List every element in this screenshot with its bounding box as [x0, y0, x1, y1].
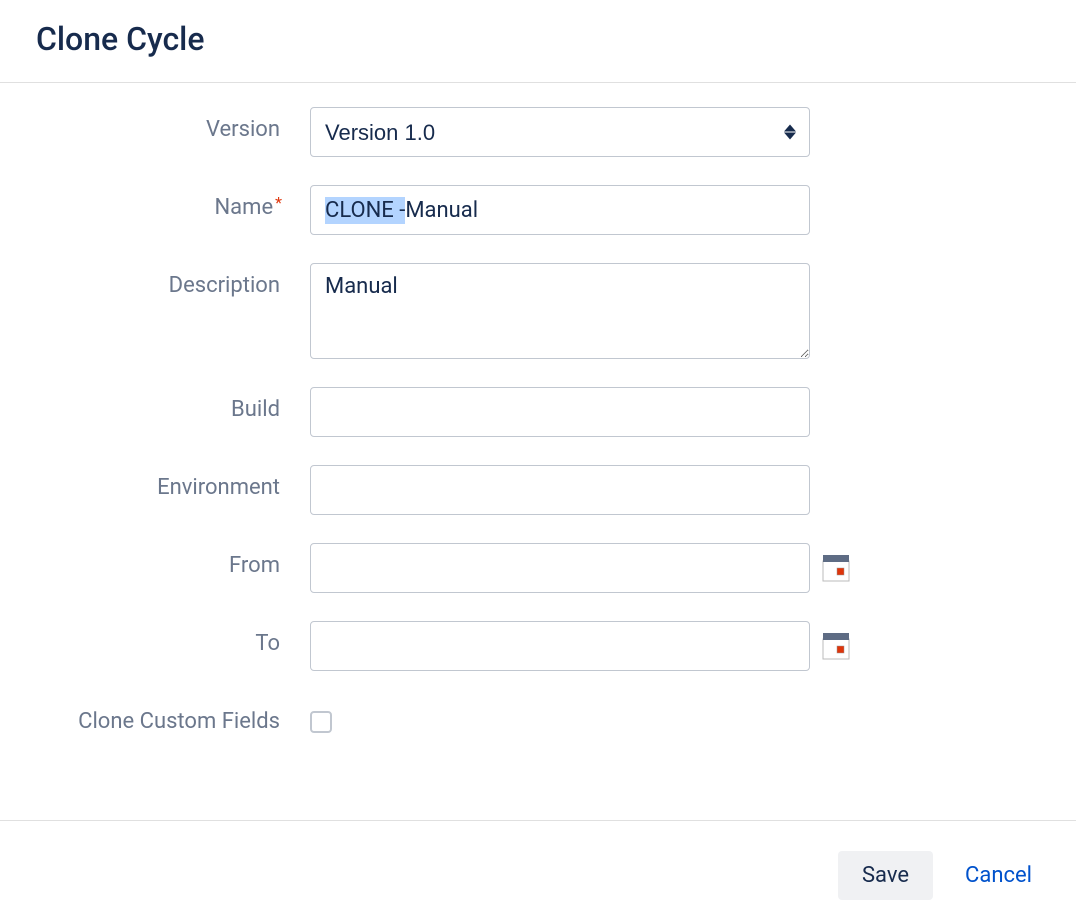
label-from: From [40, 543, 310, 578]
row-build: Build [40, 387, 1036, 437]
cancel-button[interactable]: Cancel [957, 851, 1040, 900]
dialog-body: Version Version 1.0 Name CLONE - Manual … [0, 83, 1076, 820]
label-clone-custom-fields: Clone Custom Fields [40, 699, 310, 734]
dialog-footer: Save Cancel [0, 820, 1076, 920]
label-description: Description [40, 263, 310, 298]
label-build: Build [40, 387, 310, 422]
row-description: Description Manual [40, 263, 1036, 359]
clone-custom-fields-checkbox[interactable] [310, 711, 332, 733]
dialog-header: Clone Cycle [0, 0, 1076, 83]
description-textarea[interactable]: Manual [310, 263, 810, 359]
label-to: To [40, 621, 310, 656]
version-select[interactable]: Version 1.0 [310, 107, 810, 157]
row-version: Version Version 1.0 [40, 107, 1036, 157]
to-input[interactable] [310, 621, 810, 671]
row-clone-custom-fields: Clone Custom Fields [40, 699, 1036, 734]
clone-cycle-dialog: Clone Cycle Version Version 1.0 Name CLO… [0, 0, 1076, 920]
row-environment: Environment [40, 465, 1036, 515]
version-select-wrap: Version 1.0 [310, 107, 810, 157]
label-name: Name [40, 185, 310, 220]
row-to: To [40, 621, 1036, 671]
from-input[interactable] [310, 543, 810, 593]
save-button[interactable]: Save [838, 851, 933, 900]
row-from: From [40, 543, 1036, 593]
name-input[interactable]: CLONE - Manual [310, 185, 810, 235]
build-input[interactable] [310, 387, 810, 437]
name-highlighted-text: CLONE - [325, 197, 405, 224]
dialog-title: Clone Cycle [36, 20, 1040, 58]
label-environment: Environment [40, 465, 310, 500]
environment-input[interactable] [310, 465, 810, 515]
name-rest-text: Manual [405, 198, 478, 223]
label-version: Version [40, 107, 310, 142]
row-name: Name CLONE - Manual [40, 185, 1036, 235]
calendar-icon[interactable] [822, 554, 850, 582]
calendar-icon[interactable] [822, 632, 850, 660]
